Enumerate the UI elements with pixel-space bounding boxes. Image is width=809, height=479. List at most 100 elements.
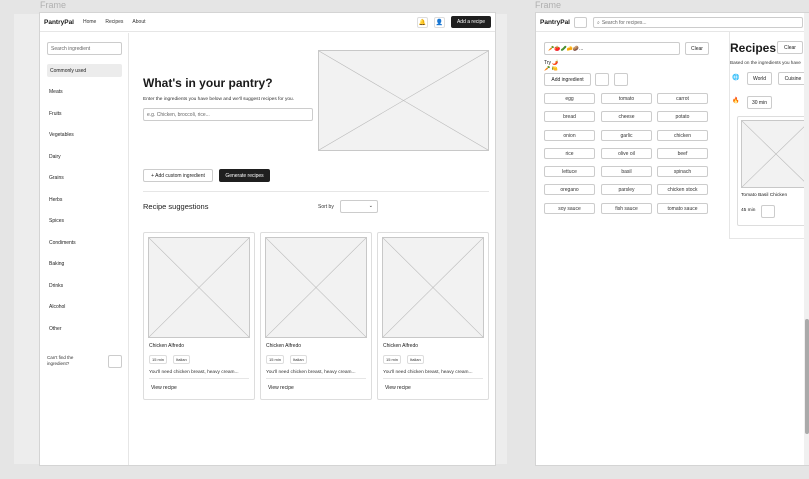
- cant-find-label: Can't find the ingredient?: [47, 355, 74, 366]
- generate-recipes-button[interactable]: Generate recipes: [219, 169, 270, 182]
- time-tag: 15 min: [149, 355, 168, 364]
- recipe-image-placeholder: [265, 237, 367, 338]
- recipes-clear-button[interactable]: Clear: [777, 41, 803, 54]
- top-nav: PantryPal ⌕ Search for recipes...: [536, 13, 809, 32]
- recipe-description: You'll need chicken breast, heavy cream.…: [149, 370, 239, 375]
- category-item[interactable]: Meats: [49, 89, 63, 95]
- category-item[interactable]: Baking: [49, 261, 64, 267]
- category-item[interactable]: Other: [49, 326, 62, 332]
- ingredient-chip[interactable]: tomato: [601, 93, 652, 104]
- fire-icon: 🔥: [732, 98, 740, 104]
- recipe-image-placeholder: [148, 237, 250, 338]
- ingredient-chip[interactable]: garlic: [601, 130, 652, 141]
- nav-link-about[interactable]: About: [132, 19, 145, 25]
- recipes-subtitle: Based on the ingredients you have: [730, 60, 801, 65]
- recipe-card[interactable]: Chicken Alfredo 15 min Italian You'll ne…: [260, 232, 372, 400]
- scrollbar-thumb[interactable]: [805, 319, 809, 434]
- frame-label: Frame: [535, 0, 562, 10]
- recipe-search-input[interactable]: ⌕ Search for recipes...: [593, 17, 803, 28]
- ingredient-chip[interactable]: bread: [544, 111, 595, 122]
- try-suggestions: 🥕 🍋: [544, 66, 558, 72]
- recipe-time: 45 min: [741, 208, 756, 213]
- recipe-name: Chicken Alfredo: [149, 343, 185, 349]
- icon-button[interactable]: [614, 73, 628, 86]
- ingredient-chip[interactable]: tomato sauce: [657, 203, 708, 214]
- add-ingredient-button[interactable]: Add ingredient: [544, 73, 591, 86]
- cuisine-tag: Italian: [173, 355, 190, 364]
- ingredient-chip[interactable]: egg: [544, 93, 595, 104]
- recipe-description: You'll need chicken breast, heavy cream.…: [266, 370, 356, 375]
- ingredient-chip[interactable]: olive oil: [601, 148, 652, 159]
- globe-icon[interactable]: 🌐: [730, 72, 742, 84]
- cuisine-tag: Italian: [290, 355, 307, 364]
- brand-logo[interactable]: PantryPal: [44, 19, 74, 26]
- ingredient-chip[interactable]: parsley: [601, 184, 652, 195]
- ingredient-chip[interactable]: oregano: [544, 184, 595, 195]
- world-filter-button[interactable]: World: [747, 72, 772, 85]
- category-item[interactable]: Drinks: [49, 283, 63, 289]
- ingredient-chip[interactable]: onion: [544, 130, 595, 141]
- ingredient-chip[interactable]: rice: [544, 148, 595, 159]
- recipe-name: Chicken Alfredo: [383, 343, 419, 349]
- icon-button[interactable]: [595, 73, 609, 86]
- ingredient-chip[interactable]: cheese: [601, 111, 652, 122]
- recipe-description: You'll need chicken breast, heavy cream.…: [383, 370, 473, 375]
- add-recipe-button[interactable]: Add a recipe: [451, 16, 491, 28]
- ingredients-input[interactable]: 🥕🍅🥒🧀🥔...: [544, 42, 680, 55]
- ingredient-chip[interactable]: fish sauce: [601, 203, 652, 214]
- category-commonly-used[interactable]: Commonly used: [47, 64, 122, 77]
- ingredient-chip[interactable]: carrot: [657, 93, 708, 104]
- recipe-card[interactable]: Chicken Alfredo 15 min Italian You'll ne…: [143, 232, 255, 400]
- ingredient-search-input[interactable]: Search ingredient: [47, 42, 122, 55]
- brand-logo[interactable]: PantryPal: [540, 19, 570, 26]
- category-sidebar: Search ingredient Commonly used Meats Fr…: [40, 33, 129, 465]
- suggestions-title: Recipe suggestions: [143, 202, 209, 211]
- category-item[interactable]: Condiments: [49, 240, 76, 246]
- ingredient-chip[interactable]: soy sauce: [544, 203, 595, 214]
- view-recipe-link[interactable]: View recipe: [151, 385, 177, 391]
- recipe-card[interactable]: Chicken Alfredo 15 min Italian You'll ne…: [377, 232, 489, 400]
- add-custom-ingredient-button[interactable]: + Add custom ingredient: [143, 169, 213, 182]
- icon-button[interactable]: [761, 205, 775, 218]
- hero-subtitle: Enter the ingredients you have below and…: [143, 97, 295, 102]
- recipe-name: Chicken Alfredo: [266, 343, 302, 349]
- category-item[interactable]: Alcohol: [49, 304, 65, 310]
- pantry-input[interactable]: e.g. Chicken, broccoli, rice...: [143, 108, 313, 121]
- nav-link-recipes[interactable]: Recipes: [105, 19, 123, 25]
- ingredient-chip[interactable]: spinach: [657, 166, 708, 177]
- recipe-image-placeholder: [741, 120, 809, 188]
- recipe-card[interactable]: Tomato Basil Chicken 45 min: [737, 116, 809, 226]
- category-item[interactable]: Spices: [49, 218, 64, 224]
- ingredient-chip[interactable]: lettuce: [544, 166, 595, 177]
- bell-icon[interactable]: 🔔: [417, 16, 428, 28]
- ingredient-chip[interactable]: basil: [601, 166, 652, 177]
- recipe-search-placeholder: Search for recipes...: [601, 19, 647, 26]
- divider: [383, 378, 483, 379]
- sort-select[interactable]: ⌄: [340, 200, 378, 213]
- nav-link-home[interactable]: Home: [83, 19, 96, 25]
- time-tag: 15 min: [383, 355, 402, 364]
- cant-find-button[interactable]: [108, 355, 122, 368]
- ingredient-chip[interactable]: potato: [657, 111, 708, 122]
- category-item[interactable]: Dairy: [49, 154, 61, 160]
- time-filter-button[interactable]: 30 min: [747, 96, 772, 109]
- ingredient-chip[interactable]: chicken stock: [657, 184, 708, 195]
- user-icon[interactable]: 👤: [434, 16, 445, 28]
- category-item[interactable]: Fruits: [49, 111, 62, 117]
- recipes-title: Recipes: [730, 41, 777, 55]
- category-item[interactable]: Grains: [49, 175, 64, 181]
- category-item[interactable]: Herbs: [49, 197, 62, 203]
- menu-button[interactable]: [574, 17, 587, 28]
- top-nav: PantryPal Home Recipes About 🔔 👤 Add a r…: [40, 13, 495, 32]
- recipes-panel: Recipes Clear Based on the ingredients y…: [729, 32, 809, 239]
- search-icon: ⌕: [597, 19, 600, 26]
- clear-button[interactable]: Clear: [685, 42, 709, 55]
- desktop-frame: PantryPal Home Recipes About 🔔 👤 Add a r…: [39, 12, 496, 466]
- recipe-image-placeholder: [382, 237, 484, 338]
- hero-image-placeholder: [318, 50, 489, 151]
- view-recipe-link[interactable]: View recipe: [268, 385, 294, 391]
- view-recipe-link[interactable]: View recipe: [385, 385, 411, 391]
- ingredient-chip[interactable]: beef: [657, 148, 708, 159]
- category-item[interactable]: Vegetables: [49, 132, 74, 138]
- ingredient-chip[interactable]: chicken: [657, 130, 708, 141]
